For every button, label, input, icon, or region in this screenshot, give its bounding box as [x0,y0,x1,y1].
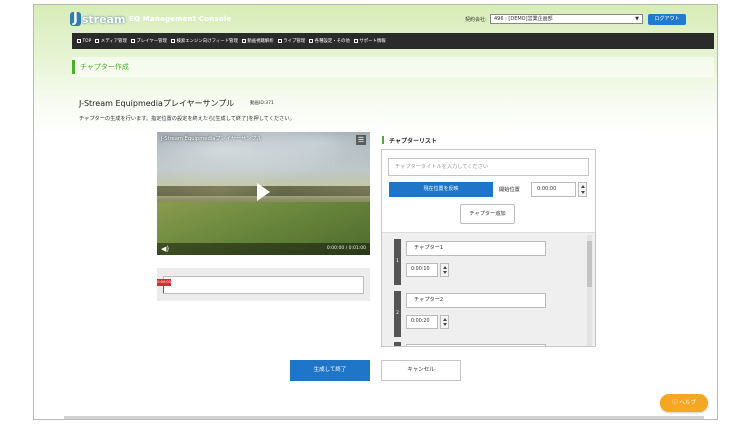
app-window: J stream EQ Management Console 契約会社: 496… [33,4,718,420]
chapter-list: 1 チャプター1 0:00:10 2 チャプター2 0:00:20 3 [382,232,595,346]
timeline-marker-line [163,286,164,293]
nav-item-support[interactable]: サポート情報 [353,38,386,44]
header: J stream EQ Management Console 契約会社: 496… [34,5,717,33]
arrow-up-icon [443,318,447,321]
start-position-input[interactable]: 0:00:00 [531,182,576,197]
cancel-button[interactable]: キャンセル [381,360,461,381]
logo-mark: J [70,12,81,26]
checkbox-icon [241,39,246,43]
chapter-list-scrollbar[interactable] [587,235,592,346]
nav-item-live[interactable]: ライブ管理 [277,38,306,44]
chapter-name-input[interactable]: チャプター2 [406,293,546,308]
nav-item-settings[interactable]: 各種設定・その他 [309,38,350,44]
chapter-name-input[interactable] [406,344,546,346]
checkbox-icon [130,39,135,43]
nav-item-label: 各種設定・その他 [314,39,350,44]
account-select[interactable]: 496 : [DEMO]営業企画部 ▼ [490,14,643,24]
chapter-time-stepper[interactable] [440,315,449,329]
chapter-list-title: チャプターリスト [389,138,437,145]
chapter-number: 2 [394,291,401,337]
scrollbar-thumb[interactable] [587,241,592,287]
arrow-down-icon [443,271,447,274]
page-title: J-Stream Equipmediaプレイヤーサンプル [79,99,235,108]
checkbox-icon [95,39,100,43]
add-chapter-button[interactable]: チャプター追加 [460,204,515,224]
arrow-down-icon [443,323,447,326]
arrow-up-icon [581,185,585,188]
console-title: EQ Management Console [129,15,232,23]
nav-item-feed[interactable]: 検索エンジン向けフィード管理 [170,38,238,44]
video-time: 0:00:00 / 0:01:00 [326,246,366,251]
video-title: J-Stream Equipmediaプレイヤーサンプル [161,136,262,142]
timeline-track[interactable] [163,276,364,294]
arrow-down-icon [581,191,585,194]
video-control-bar: ◀) 0:00:00 / 0:01:00 [157,243,370,255]
chapter-name-input[interactable]: チャプター1 [406,241,546,256]
start-position-stepper[interactable] [578,182,587,197]
nav-item-label: TOP [82,38,92,44]
footer-divider [64,416,704,419]
section-accent-bar [72,60,75,74]
nav-item-media[interactable]: メディア管理 [95,38,127,44]
chapter-number: 1 [394,239,401,285]
chapter-list-panel: チャプタータイトルを入力してください 現在位置を反映 開始位置 0:00:00 … [381,149,596,347]
checkbox-icon [309,39,314,43]
play-icon[interactable] [257,183,270,201]
reflect-position-button[interactable]: 現在位置を反映 [389,182,493,197]
account-select-value: 496 : [DEMO]営業企画部 [494,16,553,22]
chapter-list-accent-bar [382,136,384,144]
nav-item-top[interactable]: TOP [77,39,91,44]
chapter-time-input[interactable]: 0:00:10 [406,263,438,277]
nav-item-label: メディア管理 [100,39,127,44]
chapter-time-input[interactable]: 0:00:20 [406,315,438,329]
main-nav: TOP メディア管理 プレイヤー管理 検索エンジン向けフィード管理 動画視聴解析… [72,33,714,49]
speaker-icon[interactable]: ◀) [161,245,169,253]
checkbox-icon [77,39,81,43]
list-item: 3 [394,342,554,346]
chapter-timeline: 0:00:00 [157,268,370,301]
timeline-marker[interactable]: 0:00:00 [157,279,171,286]
nav-item-label: 検索エンジン向けフィード管理 [176,39,238,44]
help-label: ヘルプ [679,400,696,406]
nav-item-label: サポート情報 [359,39,386,44]
list-item: 2 チャプター2 0:00:20 [394,291,554,337]
video-player[interactable]: J-Stream Equipmediaプレイヤーサンプル ☰ ◀) 0:00:0… [157,132,370,255]
nav-item-analytics[interactable]: 動画視聴解析 [241,38,274,44]
chapter-title-input[interactable]: チャプタータイトルを入力してください [388,158,589,176]
checkbox-icon [353,39,358,43]
checkbox-icon [170,39,175,43]
arrow-up-icon [443,266,447,269]
nav-item-label: プレイヤー管理 [136,39,167,44]
chapter-number: 3 [394,342,401,346]
logo[interactable]: J stream [70,11,125,27]
section-title: チャプター作成 [80,63,129,71]
generate-and-finish-button[interactable]: 生成して終了 [290,360,370,381]
start-position-label: 開始位置 [499,187,520,193]
nav-item-label: 動画視聴解析 [247,39,274,44]
help-button[interactable]: ⓘ ヘルプ [660,394,708,412]
chapter-time-stepper[interactable] [440,263,449,277]
video-id-label: 動画ID:371 [250,101,274,106]
list-icon[interactable]: ☰ [356,135,366,145]
instruction-text: チャプターの生成を行います。指定位置の設定を終えたら[生成して終了]を押してくだ… [79,116,295,122]
list-item: 1 チャプター1 0:00:10 [394,239,554,285]
nav-item-player[interactable]: プレイヤー管理 [130,38,167,44]
checkbox-icon [277,39,282,43]
logo-text: stream [81,12,126,26]
account-label: 契約会社: [465,17,487,23]
chevron-down-icon: ▼ [635,16,639,22]
nav-item-label: ライブ管理 [283,39,306,44]
logout-button[interactable]: ログアウト [648,14,686,25]
section-header: チャプター作成 [72,57,714,77]
question-circle-icon: ⓘ [672,400,678,406]
